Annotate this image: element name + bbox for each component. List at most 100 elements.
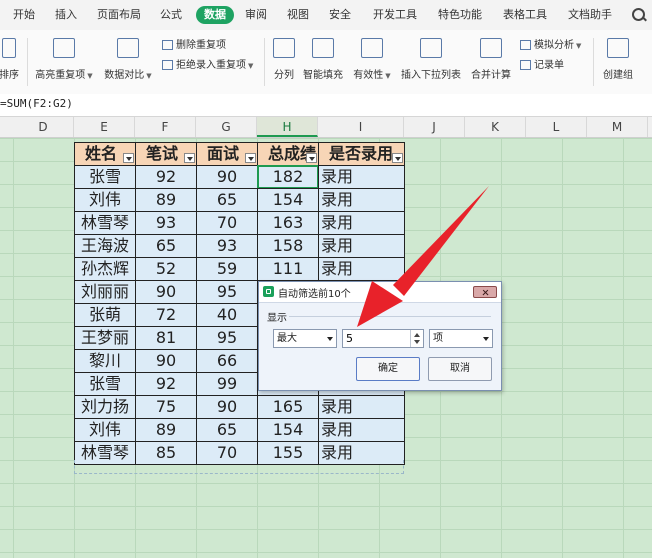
table-cell-total[interactable]: 182 xyxy=(257,165,319,189)
table-cell-name[interactable]: 林雪琴 xyxy=(74,211,136,235)
table-cell-name[interactable]: 黎川 xyxy=(74,349,136,373)
table-cell-written[interactable]: 52 xyxy=(135,257,197,281)
table-cell-interview[interactable]: 93 xyxy=(196,234,258,258)
formula-bar[interactable]: =SUM(F2:G2) xyxy=(0,94,652,117)
table-cell-interview[interactable]: 99 xyxy=(196,372,258,396)
menu-formula[interactable]: 公式 xyxy=(160,6,182,24)
column-header-j[interactable]: J xyxy=(404,117,465,137)
table-cell-hired[interactable]: 录用 xyxy=(318,418,405,442)
table-cell-interview[interactable]: 95 xyxy=(196,280,258,304)
table-cell-hired[interactable]: 录用 xyxy=(318,395,405,419)
table-cell-name[interactable]: 刘伟 xyxy=(74,188,136,212)
table-cell-hired[interactable]: 录用 xyxy=(318,165,405,189)
cancel-button[interactable]: 取消 xyxy=(428,357,492,381)
menu-data[interactable]: 数据 xyxy=(196,6,234,24)
merge-calculate-button[interactable]: 合并计算 xyxy=(470,34,512,90)
filter-dropdown-icon[interactable] xyxy=(245,153,256,163)
table-cell-interview[interactable]: 90 xyxy=(196,165,258,189)
menu-view[interactable]: 视图 xyxy=(287,6,309,24)
menu-security[interactable]: 安全 xyxy=(329,6,351,24)
table-cell-interview[interactable]: 95 xyxy=(196,326,258,350)
menu-page-layout[interactable]: 页面布局 xyxy=(97,6,141,24)
data-compare-button[interactable]: 数据对比 ▼ xyxy=(103,34,153,90)
table-cell-written[interactable]: 89 xyxy=(135,188,197,212)
header-cell-written[interactable]: 笔试 xyxy=(135,142,197,166)
stepper-buttons[interactable] xyxy=(410,330,423,347)
column-header-l[interactable]: L xyxy=(526,117,587,137)
table-cell-name[interactable]: 刘伟 xyxy=(74,418,136,442)
column-header-h[interactable]: H xyxy=(257,117,318,137)
table-cell-written[interactable]: 81 xyxy=(135,326,197,350)
table-cell-hired[interactable]: 录用 xyxy=(318,211,405,235)
menu-developer[interactable]: 开发工具 xyxy=(373,6,417,24)
validity-button[interactable]: 有效性 ▼ xyxy=(352,34,392,90)
spin-down-icon[interactable] xyxy=(414,340,420,344)
simulate-analysis-button[interactable]: 模拟分析 ▼ xyxy=(520,38,581,54)
unit-select[interactable]: 项 xyxy=(429,329,493,348)
column-header-f[interactable]: F xyxy=(135,117,196,137)
header-cell-interview[interactable]: 面试 xyxy=(196,142,258,166)
record-form-button[interactable]: 记录单 xyxy=(520,58,564,74)
table-cell-written[interactable]: 75 xyxy=(135,395,197,419)
table-cell-interview[interactable]: 59 xyxy=(196,257,258,281)
table-cell-interview[interactable]: 65 xyxy=(196,188,258,212)
table-cell-name[interactable]: 刘丽丽 xyxy=(74,280,136,304)
table-cell-interview[interactable]: 90 xyxy=(196,395,258,419)
filter-dropdown-icon[interactable] xyxy=(123,153,134,163)
menu-insert[interactable]: 插入 xyxy=(55,6,77,24)
table-cell-hired[interactable]: 录用 xyxy=(318,188,405,212)
table-cell-written[interactable]: 90 xyxy=(135,280,197,304)
table-cell-total[interactable]: 165 xyxy=(257,395,319,419)
column-header-e[interactable]: E xyxy=(74,117,135,137)
dialog-title-bar[interactable]: 自动筛选前10个 xyxy=(259,282,501,303)
table-cell-written[interactable]: 89 xyxy=(135,418,197,442)
table-cell-name[interactable]: 刘力扬 xyxy=(74,395,136,419)
sort-button[interactable]: 排序 xyxy=(0,34,20,90)
table-cell-written[interactable]: 92 xyxy=(135,165,197,189)
filter-dropdown-icon[interactable] xyxy=(392,153,403,163)
table-cell-name[interactable]: 张雪 xyxy=(74,165,136,189)
table-cell-name[interactable]: 张雪 xyxy=(74,372,136,396)
table-cell-written[interactable]: 65 xyxy=(135,234,197,258)
remove-duplicates-button[interactable]: 删除重复项 xyxy=(162,38,226,54)
search-icon[interactable] xyxy=(632,8,645,21)
table-cell-total[interactable]: 163 xyxy=(257,211,319,235)
top-bottom-select[interactable]: 最大 xyxy=(273,329,337,348)
table-cell-hired[interactable]: 录用 xyxy=(318,257,405,281)
column-header-d[interactable]: D xyxy=(13,117,74,137)
table-cell-name[interactable]: 王梦丽 xyxy=(74,326,136,350)
menu-home[interactable]: 开始 xyxy=(13,6,35,24)
table-cell-written[interactable]: 72 xyxy=(135,303,197,327)
table-cell-name[interactable]: 张萌 xyxy=(74,303,136,327)
count-stepper[interactable]: 5 xyxy=(342,329,424,348)
table-cell-name[interactable]: 孙杰辉 xyxy=(74,257,136,281)
menu-table-tools[interactable]: 表格工具 xyxy=(503,6,547,24)
table-cell-interview[interactable]: 40 xyxy=(196,303,258,327)
smart-fill-button[interactable]: 智能填充 xyxy=(303,34,343,90)
table-cell-written[interactable]: 90 xyxy=(135,349,197,373)
column-header-i[interactable]: I xyxy=(318,117,404,137)
menu-special[interactable]: 特色功能 xyxy=(438,6,482,24)
filter-dropdown-icon[interactable] xyxy=(184,153,195,163)
table-cell-interview[interactable]: 66 xyxy=(196,349,258,373)
split-column-button[interactable]: 分列 xyxy=(271,34,297,90)
table-cell-total[interactable]: 154 xyxy=(257,188,319,212)
table-cell-written[interactable]: 93 xyxy=(135,211,197,235)
table-cell-hired[interactable]: 录用 xyxy=(318,234,405,258)
table-cell-name[interactable]: 王海波 xyxy=(74,234,136,258)
filter-dropdown-icon[interactable] xyxy=(306,153,317,163)
column-header-k[interactable]: K xyxy=(465,117,526,137)
highlight-duplicates-button[interactable]: 高亮重复项 ▼ xyxy=(34,34,94,90)
spin-up-icon[interactable] xyxy=(414,333,420,337)
header-cell-name[interactable]: 姓名 xyxy=(74,142,136,166)
table-cell-total[interactable]: 154 xyxy=(257,418,319,442)
reject-duplicates-button[interactable]: 拒绝录入重复项 ▼ xyxy=(162,58,253,74)
table-cell-interview[interactable]: 70 xyxy=(196,211,258,235)
column-header-m[interactable]: M xyxy=(587,117,648,137)
header-cell-total[interactable]: 总成绩 xyxy=(257,142,319,166)
create-group-button[interactable]: 创建组 xyxy=(600,34,636,90)
table-cell-interview[interactable]: 65 xyxy=(196,418,258,442)
insert-dropdown-list-button[interactable]: 插入下拉列表 xyxy=(400,34,462,90)
close-icon[interactable] xyxy=(473,286,497,298)
formula-text[interactable]: =SUM(F2:G2) xyxy=(0,97,73,110)
